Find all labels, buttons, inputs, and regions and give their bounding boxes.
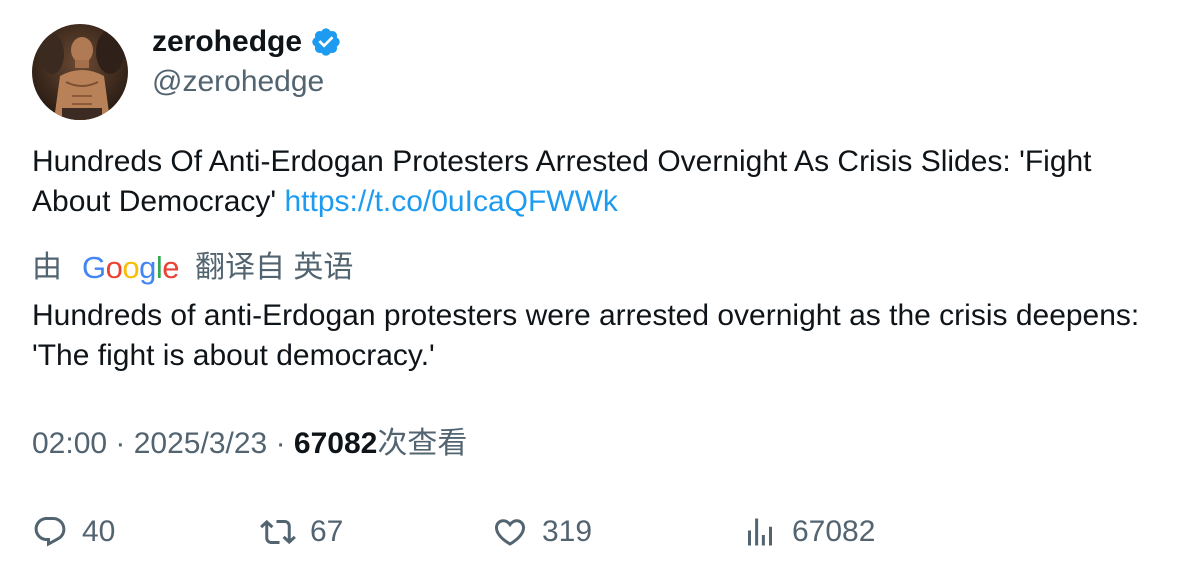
verified-badge-icon: [312, 28, 340, 56]
views-button[interactable]: 67082: [742, 510, 875, 554]
google-logo: Google: [82, 250, 180, 285]
translation-attribution: 由 Google 翻译自 英语: [32, 248, 353, 288]
translation-prefix: 由: [32, 251, 62, 284]
reply-count: 40: [82, 515, 116, 548]
translation-suffix: 翻译自 英语: [195, 251, 354, 284]
tweet-date[interactable]: 2025/3/23: [134, 427, 267, 460]
avatar-photo: [32, 24, 128, 120]
tweet-link[interactable]: https://t.co/0uIcaQFWWk: [285, 185, 618, 218]
translated-text: Hundreds of anti-Erdogan protesters were…: [32, 299, 1140, 372]
views-label: 次查看: [377, 427, 468, 460]
views-count: 67082: [293, 427, 378, 460]
tweet-meta: 02:00 · 2025/3/23 · 67082次查看: [32, 424, 467, 464]
views-action-count: 67082: [792, 515, 876, 548]
display-name-text: zerohedge: [152, 25, 303, 58]
author-handle[interactable]: @zerohedge: [152, 64, 324, 100]
action-bar: 40 67 319 67082: [0, 510, 1196, 554]
meta-separator: ·: [275, 427, 294, 460]
bar-chart-icon: [748, 518, 772, 546]
avatar[interactable]: [32, 24, 128, 120]
reply-button[interactable]: 40: [32, 510, 115, 554]
retweet-button[interactable]: 67: [260, 510, 343, 554]
retweet-count: 67: [310, 515, 344, 548]
retweet-icon: [260, 519, 296, 545]
tweet-time[interactable]: 02:00: [32, 427, 107, 460]
display-name[interactable]: zerohedge: [152, 24, 342, 60]
like-count: 319: [542, 515, 593, 548]
tweet-text: Hundreds Of Anti-Erdogan Protesters Arre…: [32, 142, 1172, 222]
heart-icon: [494, 519, 526, 546]
like-button[interactable]: 319: [492, 510, 592, 554]
meta-separator: ·: [115, 427, 134, 460]
reply-icon: [34, 517, 66, 547]
